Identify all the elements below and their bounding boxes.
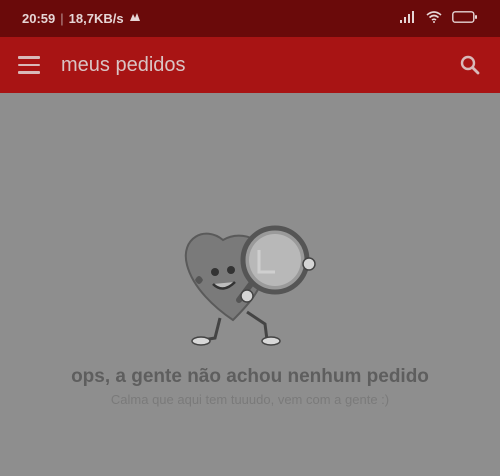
empty-state-subtitle: Calma que aqui tem tuuudo, vem com a gen…: [110, 392, 390, 407]
status-separator: |: [60, 11, 64, 26]
notification-icon: [128, 11, 142, 26]
status-bar: 20:59 | 18,7KB/s: [0, 0, 500, 37]
empty-state-illustration: [175, 220, 325, 355]
status-right: [400, 11, 478, 26]
empty-state-title: ops, a gente não achou nenhum pedido: [71, 366, 429, 387]
wifi-icon: [426, 11, 442, 26]
menu-icon[interactable]: [18, 56, 40, 74]
battery-icon: [452, 11, 478, 26]
network-speed: 18,7KB/s: [68, 11, 124, 26]
app-bar: meus pedidos: [0, 37, 500, 93]
page-title: meus pedidos: [61, 53, 186, 76]
search-icon[interactable]: [458, 53, 482, 77]
signal-icon: [400, 11, 416, 26]
status-left: 20:59 | 18,7KB/s: [22, 11, 142, 26]
status-time: 20:59: [22, 11, 56, 26]
